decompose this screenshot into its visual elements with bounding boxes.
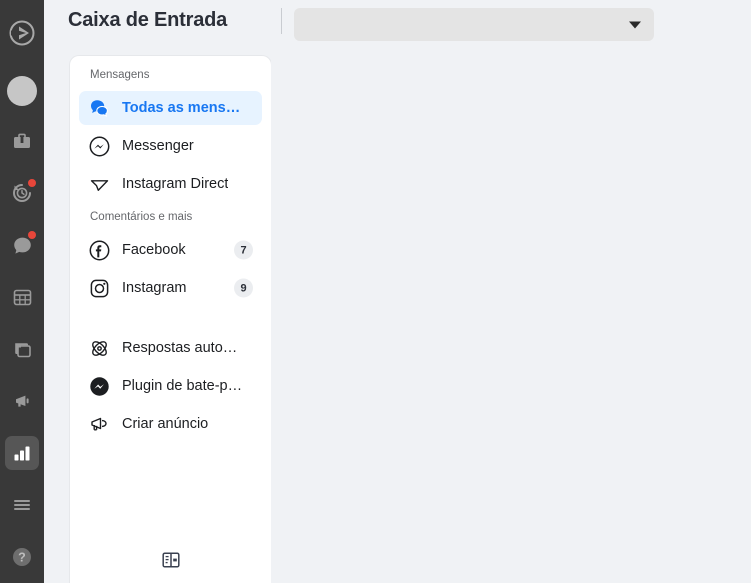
left-nav-rail: ? <box>0 0 44 583</box>
main-content-area <box>271 48 751 583</box>
panel-footer <box>70 537 271 583</box>
svg-text:?: ? <box>18 551 26 565</box>
rail-item-analytics[interactable] <box>5 436 39 470</box>
unread-badge: 9 <box>234 278 253 298</box>
page-title: Caixa de Entrada <box>68 9 228 31</box>
menu-item-label: Todas as mens… <box>122 100 241 116</box>
chat-bubbles-icon <box>88 97 110 119</box>
notification-dot <box>28 231 36 239</box>
section-label-comentarios: Comentários e mais <box>90 211 193 223</box>
menu-item-label: Plugin de bate-p… <box>122 378 243 394</box>
menu-item-facebook[interactable]: Facebook 7 <box>79 233 262 267</box>
header-divider <box>281 8 282 34</box>
menu-item-instagram-direct[interactable]: Instagram Direct <box>79 167 262 201</box>
notification-dot <box>28 179 36 187</box>
menu-item-instagram[interactable]: Instagram 9 <box>79 271 262 305</box>
rail-item-help[interactable]: ? <box>5 540 39 574</box>
messenger-icon <box>88 135 110 157</box>
rail-item-pages[interactable] <box>5 332 39 366</box>
rail-item-calendar[interactable] <box>5 280 39 314</box>
messenger-filled-icon <box>88 375 110 397</box>
app-logo-icon[interactable] <box>7 18 37 48</box>
bullhorn-icon <box>88 413 110 435</box>
menu-item-label: Criar anúncio <box>122 416 209 432</box>
menu-item-todas-as-mensagens[interactable]: Todas as mens… <box>79 91 262 125</box>
chevron-down-icon <box>629 21 641 28</box>
menu-item-plugin-bate-papo[interactable]: Plugin de bate-p… <box>79 369 262 403</box>
inbox-menu-panel: Mensagens Todas as mens… Messenger Insta… <box>70 56 271 583</box>
facebook-icon <box>88 239 110 261</box>
menu-item-respostas-automaticas[interactable]: Respostas auto… <box>79 331 262 365</box>
page-header: Caixa de Entrada <box>44 0 751 48</box>
paper-plane-icon <box>88 173 110 195</box>
rail-item-menu[interactable] <box>5 488 39 522</box>
menu-item-messenger[interactable]: Messenger <box>79 129 262 163</box>
app-root: ? Caixa de Entrada Mensagens Todas as me… <box>0 0 751 583</box>
menu-item-label: Facebook <box>122 242 186 258</box>
rail-item-history[interactable] <box>5 176 39 210</box>
rail-item-chat[interactable] <box>5 228 39 262</box>
section-label-mensagens: Mensagens <box>90 69 150 81</box>
menu-item-label: Instagram Direct <box>122 176 229 192</box>
menu-item-criar-anuncio[interactable]: Criar anúncio <box>79 407 262 441</box>
inbox-menu-list: Mensagens Todas as mens… Messenger Insta… <box>70 56 271 537</box>
menu-item-label: Messenger <box>122 138 194 154</box>
menu-item-label: Instagram <box>122 280 187 296</box>
menu-item-label: Respostas auto… <box>122 340 238 356</box>
atom-icon <box>88 337 110 359</box>
user-avatar[interactable] <box>7 76 37 106</box>
account-select-dropdown[interactable] <box>294 8 654 41</box>
rail-item-briefcase[interactable] <box>5 124 39 158</box>
panel-collapse-icon[interactable] <box>158 547 184 573</box>
unread-badge: 7 <box>234 240 253 260</box>
menu-divider-gap <box>70 309 271 327</box>
instagram-icon <box>88 277 110 299</box>
rail-item-megaphone[interactable] <box>5 384 39 418</box>
